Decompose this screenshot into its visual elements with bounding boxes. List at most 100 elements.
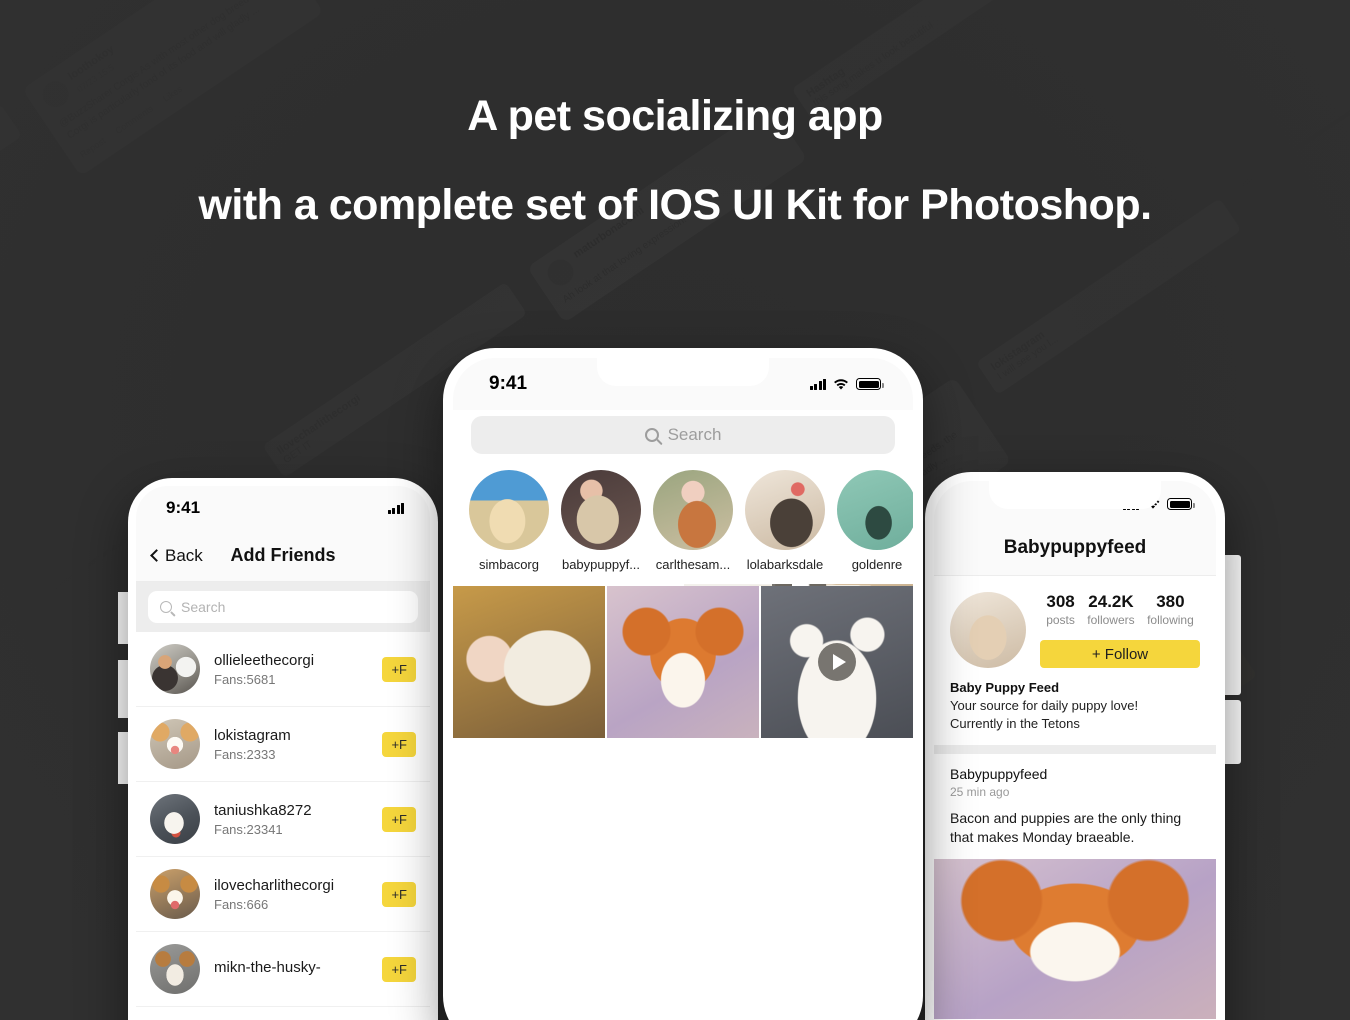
profile-stats: 308 posts 24.2K followers 380 following [1040, 592, 1200, 627]
follow-button[interactable]: +F [382, 656, 416, 682]
phone-add-friends: 9:41 Back Add Friends Search ollieleethe… [128, 478, 438, 1020]
search-input[interactable]: Search [148, 591, 418, 623]
list-item-meta: lokistagram Fans:2333 [214, 727, 368, 762]
post-author: Babypuppyfeed [950, 766, 1048, 782]
avatar [653, 470, 733, 550]
notch [989, 481, 1161, 509]
profile-title: Babypuppyfeed [934, 527, 1216, 576]
avatar[interactable] [950, 592, 1026, 668]
avatar [150, 944, 200, 994]
play-icon[interactable] [818, 643, 856, 681]
avatar [745, 470, 825, 550]
follow-button[interactable]: +F [382, 956, 416, 982]
feed-tile-kid-bulldog-photo[interactable] [453, 586, 605, 738]
screen-profile: Babypuppyfeed 308 posts 24.2K followers [934, 481, 1216, 1020]
story-item[interactable]: simbacorg [469, 470, 549, 572]
story-label: babypuppyf... [561, 557, 641, 572]
bio-line-2: Currently in the Tetons [950, 716, 1080, 731]
stories-row[interactable]: simbacorg babypuppyf... carlthesam... lo… [453, 466, 913, 584]
post-text: Bacon and puppies are the only thing tha… [950, 810, 1182, 845]
headline-line-2: with a complete set of IOS UI Kit for Ph… [198, 181, 1152, 229]
list-item[interactable]: taniushka8272 Fans:23341 +F [136, 782, 430, 857]
friend-username: lokistagram [214, 726, 291, 744]
stat-posts[interactable]: 308 posts [1046, 592, 1075, 627]
back-label: Back [165, 545, 203, 565]
list-item-meta: taniushka8272 Fans:23341 [214, 802, 368, 837]
follow-button[interactable]: +F [382, 881, 416, 907]
list-item[interactable]: lokistagram Fans:2333 +F [136, 707, 430, 782]
phone-discover: 9:41 Search simbacorg babypuppyf... carl… [443, 348, 923, 1020]
feed-tile-cat-paws-video[interactable] [761, 586, 913, 738]
stat-value: 380 [1156, 592, 1185, 611]
list-item-meta: mikn-the-husky- [214, 959, 368, 979]
search-icon [160, 601, 172, 613]
story-item[interactable]: goldenre [837, 470, 913, 572]
headline-line-1: A pet socializing app [467, 92, 883, 140]
battery-icon [1167, 498, 1195, 510]
status-time: 9:41 [489, 373, 528, 394]
stat-label: following [1147, 613, 1194, 627]
friend-fans: Fans:23341 [214, 821, 283, 837]
stat-value: 308 [1046, 592, 1075, 611]
search-input[interactable]: Search [471, 416, 895, 454]
phone-profile: Babypuppyfeed 308 posts 24.2K followers [925, 472, 1225, 1020]
wifi-icon [834, 378, 848, 389]
search-placeholder: Search [181, 599, 226, 615]
profile-stats-column: 308 posts 24.2K followers 380 following … [1040, 592, 1200, 668]
story-label: goldenre [851, 557, 903, 572]
bio-name: Baby Puppy Feed [950, 680, 1060, 695]
friend-username: mikn-the-husky- [214, 959, 321, 976]
battery-icon [856, 378, 884, 390]
profile-header: 308 posts 24.2K followers 380 following … [934, 576, 1216, 668]
cellular-signal-icon [387, 502, 404, 514]
avatar [469, 470, 549, 550]
story-item[interactable]: lolabarksdale [745, 470, 825, 572]
friends-list: ollieleethecorgi Fans:5681 +F lokistagra… [136, 632, 430, 1007]
stat-label: followers [1087, 613, 1135, 627]
status-bar: 9:41 [136, 486, 430, 530]
profile-bio: Baby Puppy Feed Your source for daily pu… [934, 668, 1216, 745]
friend-username: taniushka8272 [214, 801, 312, 819]
nav-bar: Back Add Friends [136, 530, 430, 582]
story-label: simbacorg [479, 557, 539, 572]
list-item[interactable]: ilovecharlithecorgi Fans:666 +F [136, 857, 430, 932]
story-label: lolabarksdale [746, 557, 824, 572]
feed-tile-shiba-photo[interactable] [607, 586, 759, 738]
list-item[interactable]: mikn-the-husky- +F [136, 932, 430, 1007]
post-timestamp: 25 min ago [950, 785, 1010, 799]
chevron-left-icon [150, 549, 163, 562]
post-header: Babypuppyfeed 25 min ago [934, 754, 1216, 799]
notch [597, 358, 769, 386]
story-item[interactable]: carlthesam... [653, 470, 733, 572]
story-item[interactable]: babypuppyf... [561, 470, 641, 572]
search-bar-container: Search [136, 582, 430, 632]
friend-fans: Fans:2333 [214, 746, 276, 762]
avatar [150, 644, 200, 694]
list-item[interactable]: ollieleethecorgi Fans:5681 +F [136, 632, 430, 707]
friend-username: ollieleethecorgi [214, 651, 315, 669]
screen-discover: 9:41 Search simbacorg babypuppyf... carl… [453, 358, 913, 1020]
friend-fans: Fans:5681 [214, 671, 276, 687]
stat-followers[interactable]: 24.2K followers [1087, 592, 1134, 627]
story-label: carlthesam... [655, 557, 731, 572]
status-icons [387, 502, 404, 514]
avatar [561, 470, 641, 550]
search-icon [644, 428, 659, 442]
bio-line-1: Your source for daily puppy love! [950, 698, 1139, 713]
avatar [150, 869, 200, 919]
cellular-signal-icon [809, 378, 826, 390]
status-icons [809, 378, 884, 391]
status-time: 9:41 [166, 498, 201, 517]
avatar [150, 794, 200, 844]
friend-username: ilovecharlithecorgi [214, 876, 335, 894]
follow-button[interactable]: + Follow [1040, 640, 1200, 668]
feed-grid-row-2 [453, 586, 913, 738]
stat-label: posts [1046, 613, 1075, 627]
back-button[interactable]: Back [150, 545, 203, 566]
post-image[interactable] [934, 858, 1216, 1019]
stat-following[interactable]: 380 following [1147, 592, 1194, 627]
list-item-meta: ollieleethecorgi Fans:5681 [214, 652, 368, 687]
follow-button[interactable]: +F [382, 806, 416, 832]
follow-button[interactable]: +F [382, 731, 416, 757]
friend-fans: Fans:666 [214, 896, 269, 912]
